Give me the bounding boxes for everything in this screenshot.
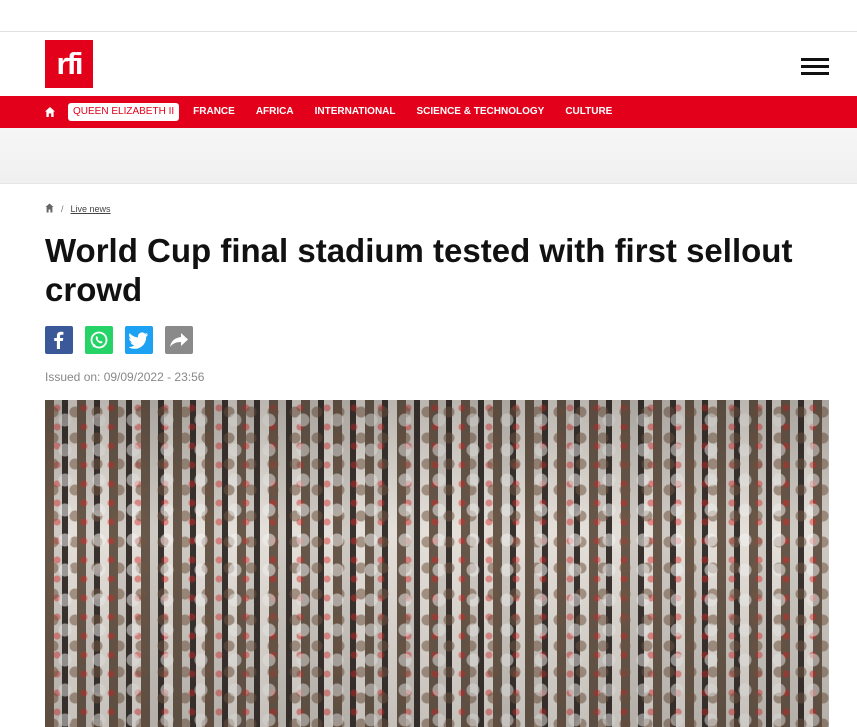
breadcrumb-link-live-news[interactable]: Live news — [71, 204, 111, 214]
nav-item-culture[interactable]: CULTURE — [565, 104, 612, 120]
issued-date: Issued on: 09/09/2022 - 23:56 — [45, 370, 205, 384]
twitter-icon — [129, 331, 148, 349]
nav-item-africa[interactable]: AFRICA — [256, 104, 294, 120]
ad-banner-area — [0, 128, 857, 184]
facebook-share-button[interactable] — [45, 326, 73, 354]
site-header: rfi — [0, 32, 857, 96]
nav-item-france[interactable]: FRANCE — [193, 104, 235, 120]
share-arrow-icon — [170, 333, 188, 347]
article-title: World Cup final stadium tested with firs… — [45, 232, 793, 308]
share-button[interactable] — [165, 326, 193, 354]
breadcrumb-separator: / — [61, 204, 64, 214]
home-icon[interactable] — [44, 105, 58, 119]
facebook-icon — [54, 331, 64, 349]
home-icon[interactable] — [45, 203, 54, 215]
twitter-share-button[interactable] — [125, 326, 153, 354]
whatsapp-share-button[interactable] — [85, 326, 113, 354]
rfi-logo[interactable]: rfi — [45, 40, 93, 88]
nav-item-science-technology[interactable]: SCIENCE & TECHNOLOGY — [417, 104, 545, 120]
menu-icon[interactable] — [801, 58, 829, 76]
top-strip — [0, 0, 857, 32]
share-buttons — [45, 326, 205, 354]
logo-text: rfi — [56, 46, 84, 81]
article-photo-stadium-crowd — [45, 400, 829, 727]
nav-item-queen-elizabeth[interactable]: QUEEN ELIZABETH II — [68, 103, 180, 121]
main-nav: QUEEN ELIZABETH II FRANCE AFRICA INTERNA… — [0, 96, 857, 128]
whatsapp-icon — [90, 331, 108, 349]
nav-item-international[interactable]: INTERNATIONAL — [315, 104, 396, 120]
breadcrumb: / Live news — [45, 203, 111, 215]
